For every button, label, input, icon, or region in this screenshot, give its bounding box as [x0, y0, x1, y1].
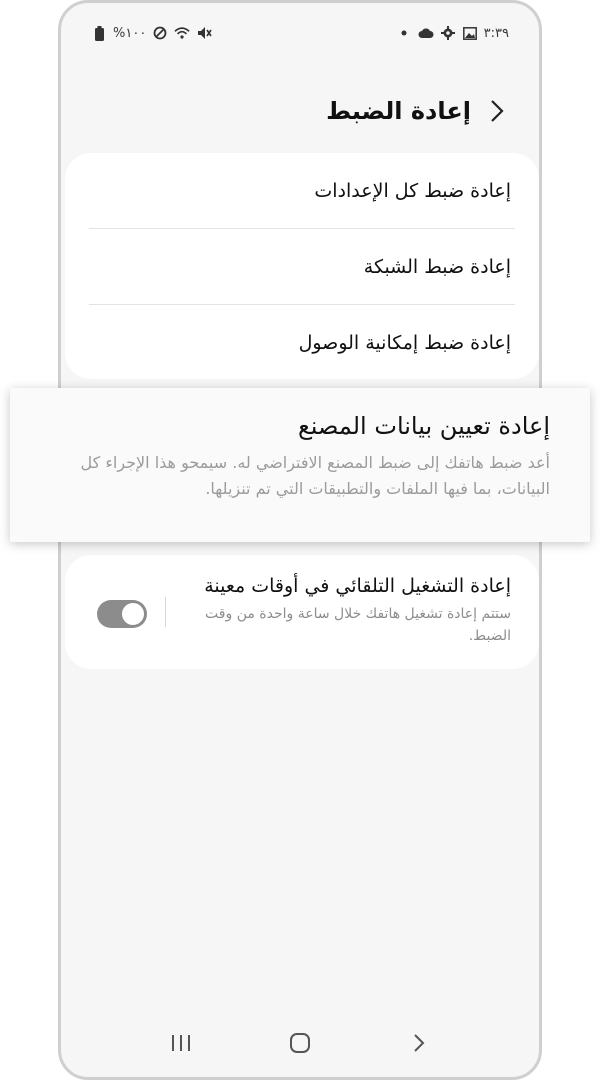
factory-reset-description: أعد ضبط هاتفك إلى ضبط المصنع الافتراضي ل… — [80, 453, 550, 498]
chevron-right-icon — [491, 100, 504, 122]
status-left-group: %١٠٠ — [91, 25, 212, 41]
navigation-bar — [61, 1023, 539, 1063]
dot-icon — [396, 25, 412, 41]
do-not-disturb-icon — [152, 25, 168, 41]
recents-button[interactable] — [161, 1023, 201, 1063]
vertical-divider — [165, 597, 166, 627]
gallery-icon — [462, 25, 478, 41]
back-button[interactable] — [483, 97, 511, 125]
recents-icon — [171, 1035, 190, 1051]
back-icon — [414, 1034, 425, 1052]
mute-icon — [196, 25, 212, 41]
battery-percentage: %١٠٠ — [113, 25, 147, 41]
auto-restart-card[interactable]: إعادة التشغيل التلقائي في أوقات معينة ست… — [65, 555, 539, 669]
reset-all-settings-item[interactable]: إعادة ضبط كل الإعدادات — [65, 153, 539, 228]
auto-restart-title: إعادة التشغيل التلقائي في أوقات معينة — [204, 575, 511, 597]
battery-icon — [91, 25, 107, 41]
wifi-icon — [174, 25, 190, 41]
status-right-group: ٣:٣٩ — [396, 25, 509, 41]
header: إعادة الضبط — [61, 88, 539, 134]
auto-restart-description: ستتم إعادة تشغيل هاتفك خلال ساعة واحدة م… — [205, 606, 511, 644]
factory-data-reset-item[interactable]: إعادة تعيين بيانات المصنع أعد ضبط هاتفك … — [10, 388, 590, 542]
auto-restart-text: إعادة التشغيل التلقائي في أوقات معينة ست… — [191, 575, 511, 647]
reset-all-settings-label: إعادة ضبط كل الإعدادات — [314, 179, 511, 202]
toggle-knob — [121, 602, 145, 626]
cloud-icon — [418, 25, 434, 41]
factory-reset-title: إعادة تعيين بيانات المصنع — [298, 412, 550, 440]
reset-accessibility-label: إعادة ضبط إمكانية الوصول — [298, 331, 511, 354]
status-bar: %١٠٠ ٣:٣٩ — [61, 21, 539, 45]
home-icon — [289, 1033, 310, 1053]
reset-accessibility-item[interactable]: إعادة ضبط إمكانية الوصول — [65, 305, 539, 380]
status-time: ٣:٣٩ — [483, 25, 509, 41]
reset-network-item[interactable]: إعادة ضبط الشبكة — [65, 229, 539, 304]
page-title: إعادة الضبط — [326, 97, 471, 125]
settings-gear-icon — [440, 25, 456, 41]
reset-options-card: إعادة ضبط كل الإعدادات إعادة ضبط الشبكة … — [65, 153, 539, 379]
nav-back-button[interactable] — [399, 1023, 439, 1063]
home-button[interactable] — [280, 1023, 320, 1063]
auto-restart-toggle[interactable] — [97, 600, 147, 628]
reset-network-label: إعادة ضبط الشبكة — [363, 255, 511, 278]
